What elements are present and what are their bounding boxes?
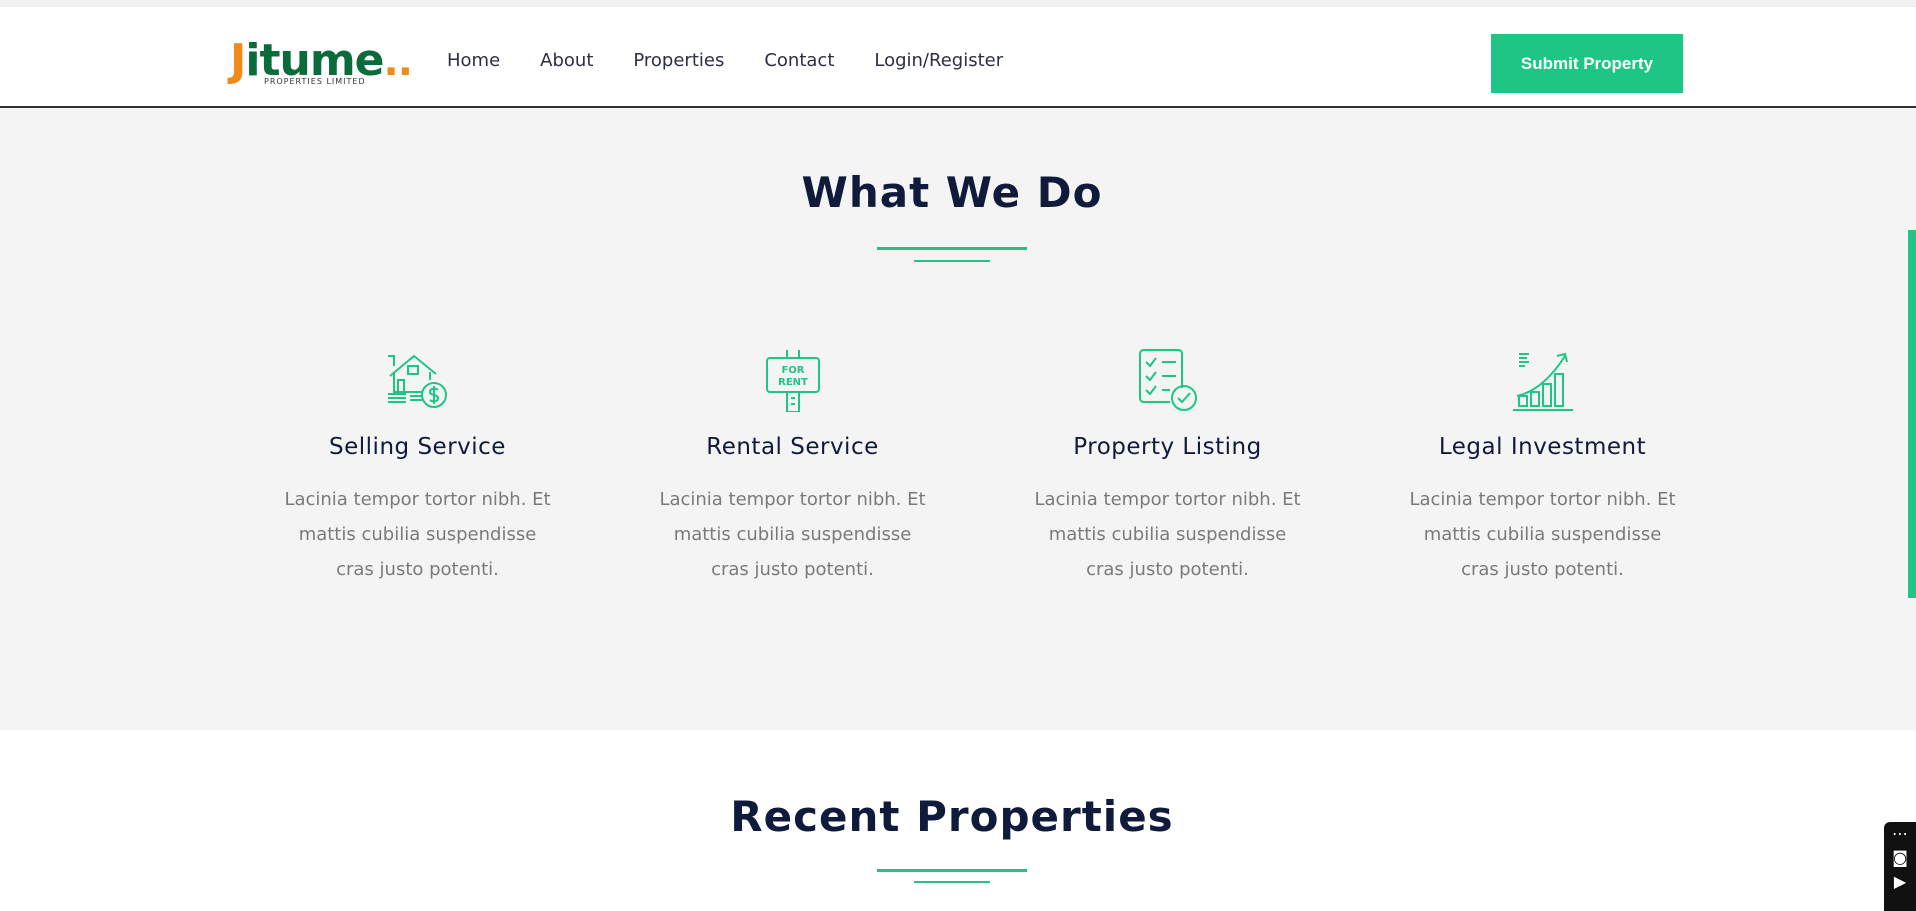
- checklist-icon: [1138, 349, 1197, 411]
- camera-icon[interactable]: ◙: [1884, 846, 1916, 870]
- recent-properties-section: Recent Properties: [0, 730, 1916, 911]
- site-logo[interactable]: Jitume.. PROPERTIES LIMITED: [230, 35, 413, 91]
- what-we-do-section: What We Do Selling Service Lacinia tempo…: [0, 108, 1916, 730]
- scrollbar[interactable]: [1908, 0, 1916, 911]
- service-description: Lacinia tempor tortor nibh. Et mattis cu…: [284, 489, 551, 580]
- service-title: Property Listing: [1073, 434, 1262, 460]
- service-card-investment: Legal Investment Lacinia tempor tortor n…: [1355, 348, 1730, 587]
- title-underline: [877, 869, 1027, 872]
- service-description: Lacinia tempor tortor nibh. Et mattis cu…: [659, 489, 926, 580]
- more-icon[interactable]: ⋯: [1884, 822, 1916, 846]
- nav-home[interactable]: Home: [447, 47, 500, 75]
- section-title: Recent Properties: [730, 792, 1174, 841]
- house-sale-icon: [387, 354, 447, 408]
- title-underline-short: [914, 260, 990, 262]
- for-rent-sign-icon: FOR RENT: [765, 350, 820, 412]
- nav-contact[interactable]: Contact: [764, 47, 834, 75]
- page: Jitume.. PROPERTIES LIMITED Home About P…: [0, 0, 1916, 911]
- scrollbar-thumb[interactable]: [1908, 230, 1916, 598]
- service-card-selling: Selling Service Lacinia tempor tortor ni…: [230, 348, 605, 587]
- service-description: Lacinia tempor tortor nibh. Et mattis cu…: [1034, 489, 1301, 580]
- submit-property-button[interactable]: Submit Property: [1491, 34, 1683, 93]
- service-description: Lacinia tempor tortor nibh. Et mattis cu…: [1409, 489, 1676, 580]
- sign-text-for: FOR: [781, 365, 804, 376]
- sign-text-rent: RENT: [778, 377, 808, 388]
- nav-about[interactable]: About: [540, 47, 593, 75]
- nav-properties[interactable]: Properties: [633, 47, 724, 75]
- service-title: Rental Service: [706, 434, 879, 460]
- service-card-rental: FOR RENT Rental Service Lacinia tempor t…: [605, 348, 980, 587]
- site-header: Jitume.. PROPERTIES LIMITED Home About P…: [0, 0, 1916, 108]
- main-nav: Home About Properties Contact Login/Regi…: [447, 47, 1043, 75]
- nav-login-register[interactable]: Login/Register: [874, 47, 1003, 75]
- service-title: Selling Service: [329, 434, 506, 460]
- title-underline-short: [914, 881, 990, 883]
- service-card-listing: Property Listing Lacinia tempor tortor n…: [980, 348, 1355, 587]
- video-camera-icon[interactable]: ▶: [1884, 870, 1916, 894]
- section-title: What We Do: [801, 168, 1103, 217]
- title-underline: [877, 247, 1027, 250]
- service-title: Legal Investment: [1438, 434, 1647, 460]
- growth-chart-icon: [1512, 352, 1573, 411]
- services-list: Selling Service Lacinia tempor tortor ni…: [230, 348, 1730, 587]
- logo-subtitle: PROPERTIES LIMITED: [264, 77, 366, 86]
- floating-tool-panel: ⋯ ◙ ▶: [1884, 822, 1916, 911]
